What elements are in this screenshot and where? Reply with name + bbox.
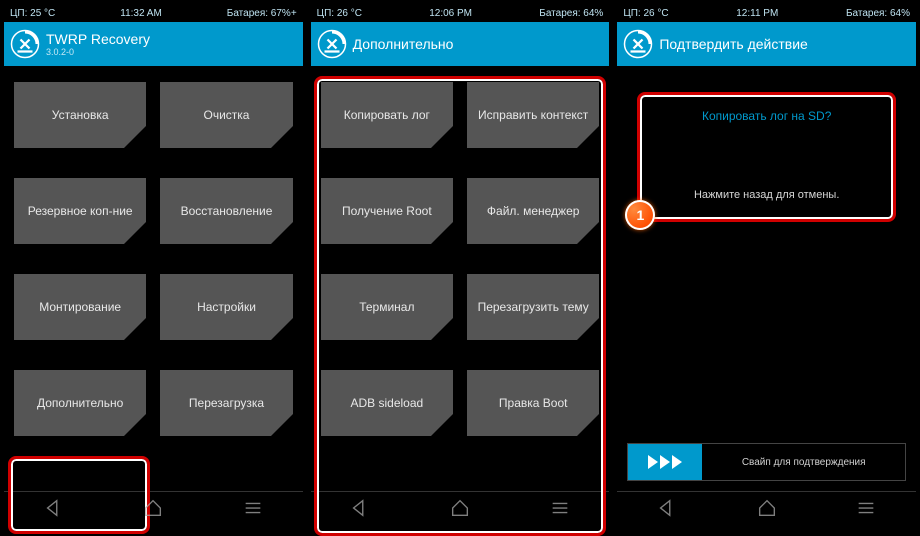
file-manager-button[interactable]: Файл. менеджер xyxy=(467,178,599,244)
statusbar: ЦП: 26 °C 12:06 PM Батарея: 64% xyxy=(311,4,610,22)
navbar xyxy=(617,491,916,529)
screen-advanced: ЦП: 26 °C 12:06 PM Батарея: 64% Дополнит… xyxy=(311,4,610,529)
install-button[interactable]: Установка xyxy=(14,82,146,148)
tile-grid: Копировать лог Исправить контекст Получе… xyxy=(321,82,600,436)
header: Дополнительно xyxy=(311,22,610,66)
settings-button[interactable]: Настройки xyxy=(160,274,292,340)
confirm-cancel-hint: Нажмите назад для отмены. xyxy=(694,189,839,201)
back-icon[interactable] xyxy=(656,497,678,524)
content: Копировать лог на SD? Нажмите назад для … xyxy=(617,66,916,491)
get-root-button[interactable]: Получение Root xyxy=(321,178,453,244)
swipe-label: Свайп для подтверждения xyxy=(702,444,905,480)
boot-edit-button[interactable]: Правка Boot xyxy=(467,370,599,436)
twrp-logo-icon xyxy=(317,29,347,59)
restore-button[interactable]: Восстановление xyxy=(160,178,292,244)
home-icon[interactable] xyxy=(449,497,471,524)
reload-theme-button[interactable]: Перезагрузить тему xyxy=(467,274,599,340)
navbar xyxy=(4,491,303,529)
page-subtitle: 3.0.2-0 xyxy=(46,47,150,57)
status-time: 12:06 PM xyxy=(429,8,472,19)
header-text: Дополнительно xyxy=(353,36,454,52)
advanced-button[interactable]: Дополнительно xyxy=(14,370,146,436)
screen-main: ЦП: 25 °C 11:32 AM Батарея: 67%+ TWRP Re… xyxy=(4,4,303,529)
reboot-button[interactable]: Перезагрузка xyxy=(160,370,292,436)
screen-confirm: ЦП: 26 °C 12:11 PM Батарея: 64% Подтверд… xyxy=(617,4,916,529)
confirm-question: Копировать лог на SD? xyxy=(702,109,831,123)
statusbar: ЦП: 26 °C 12:11 PM Батарея: 64% xyxy=(617,4,916,22)
adb-sideload-button[interactable]: ADB sideload xyxy=(321,370,453,436)
home-icon[interactable] xyxy=(756,497,778,524)
content: Установка Очистка Резервное коп-ние Восс… xyxy=(4,66,303,491)
step-badge: 1 xyxy=(625,200,655,230)
back-icon[interactable] xyxy=(43,497,65,524)
confirm-box: Копировать лог на SD? Нажмите назад для … xyxy=(637,92,896,222)
twrp-logo-icon xyxy=(623,29,653,59)
fix-contexts-button[interactable]: Исправить контекст xyxy=(467,82,599,148)
wipe-button[interactable]: Очистка xyxy=(160,82,292,148)
header: TWRP Recovery 3.0.2-0 xyxy=(4,22,303,66)
statusbar: ЦП: 25 °C 11:32 AM Батарея: 67%+ xyxy=(4,4,303,22)
page-title: Подтвердить действие xyxy=(659,36,807,52)
status-battery: Батарея: 64% xyxy=(539,8,603,19)
status-battery: Батарея: 67%+ xyxy=(227,8,297,19)
copy-log-button[interactable]: Копировать лог xyxy=(321,82,453,148)
navbar xyxy=(311,491,610,529)
home-icon[interactable] xyxy=(142,497,164,524)
tile-grid: Установка Очистка Резервное коп-ние Восс… xyxy=(14,82,293,436)
back-icon[interactable] xyxy=(349,497,371,524)
content: Копировать лог Исправить контекст Получе… xyxy=(311,66,610,491)
swipe-confirm[interactable]: Свайп для подтверждения xyxy=(627,443,906,481)
swipe-slider-icon[interactable] xyxy=(628,444,702,480)
status-cpu: ЦП: 26 °C xyxy=(623,8,668,19)
page-title: TWRP Recovery xyxy=(46,31,150,47)
status-cpu: ЦП: 26 °C xyxy=(317,8,362,19)
status-time: 11:32 AM xyxy=(120,8,162,19)
terminal-button[interactable]: Терминал xyxy=(321,274,453,340)
header: Подтвердить действие xyxy=(617,22,916,66)
status-cpu: ЦП: 25 °C xyxy=(10,8,55,19)
status-battery: Батарея: 64% xyxy=(846,8,910,19)
menu-icon[interactable] xyxy=(549,497,571,524)
header-text: Подтвердить действие xyxy=(659,36,807,52)
page-title: Дополнительно xyxy=(353,36,454,52)
header-text: TWRP Recovery 3.0.2-0 xyxy=(46,31,150,57)
twrp-logo-icon xyxy=(10,29,40,59)
mount-button[interactable]: Монтирование xyxy=(14,274,146,340)
menu-icon[interactable] xyxy=(855,497,877,524)
status-time: 12:11 PM xyxy=(736,8,778,19)
menu-icon[interactable] xyxy=(242,497,264,524)
backup-button[interactable]: Резервное коп-ние xyxy=(14,178,146,244)
